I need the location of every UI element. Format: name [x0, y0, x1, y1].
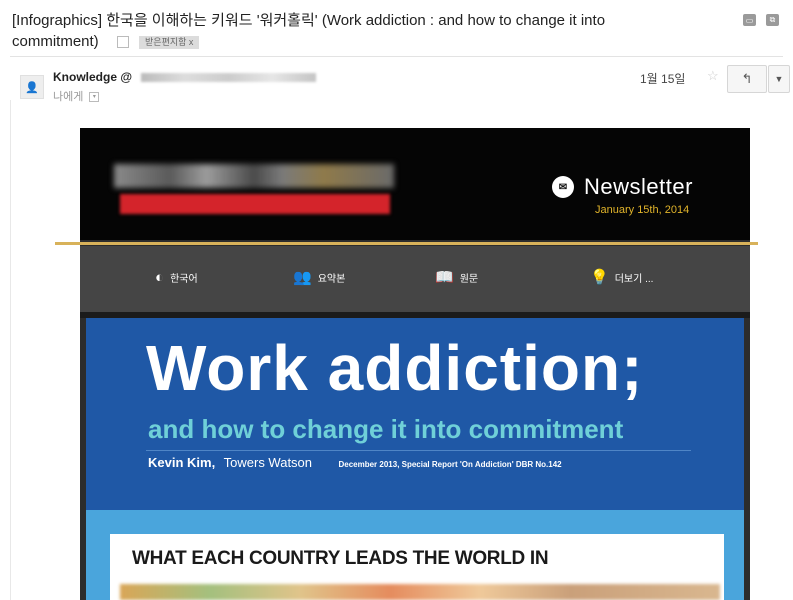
recipient-label: 나에게: [53, 91, 84, 103]
gold-accent-line: [55, 242, 758, 245]
logo-redacted-bar: [120, 194, 390, 214]
email-date: 1월 15일: [640, 72, 686, 86]
newsletter-icon: ✉: [552, 176, 574, 198]
nav-label-more: 더보기 ...: [614, 274, 654, 285]
nav-item-korean[interactable]: ◐ 한국어: [155, 270, 198, 285]
inbox-label-tag[interactable]: 받은편지함 x: [139, 35, 200, 49]
nav-item-summary[interactable]: 👥 요약본: [293, 270, 345, 285]
author-name: Kevin Kim,: [148, 455, 216, 470]
newsletter-date: January 15th, 2014: [595, 204, 690, 216]
newsletter-title: Newsletter: [584, 174, 693, 199]
nav-label-korean: 한국어: [170, 274, 198, 285]
hero-banner: Work addiction; and how to change it int…: [86, 318, 744, 510]
subject-actions: ▭ ⧉: [743, 14, 779, 26]
hero-title: Work addiction;: [146, 332, 644, 404]
infographic-title: WHAT EACH COUNTRY LEADS THE WORLD IN: [132, 548, 549, 569]
newsletter-body: ✉ Newsletter January 15th, 2014 ◐ 한국어 👥 …: [80, 128, 750, 600]
source-note: December 2013, Special Report 'On Addict…: [338, 460, 562, 469]
subject-line-2: commitment): [12, 33, 99, 50]
star-icon[interactable]: ☆: [707, 68, 719, 84]
infographic-card: WHAT EACH COUNTRY LEADS THE WORLD IN: [110, 534, 724, 600]
recipient-line: 나에게 ▾: [53, 88, 100, 104]
hero-subtitle: and how to change it into commitment: [148, 414, 624, 444]
email-subject: [Infographics] 한국을 이해하는 키워드 '워커홀릭' (Work…: [12, 10, 712, 52]
people-icon: 👥: [293, 269, 312, 286]
subject-line-1: [Infographics] 한국을 이해하는 키워드 '워커홀릭' (Work…: [12, 12, 606, 29]
lightbulb-icon: 💡: [590, 269, 609, 286]
sender-address-redacted: [141, 73, 317, 83]
logo-redacted: [114, 164, 394, 188]
thread-left-border: [10, 100, 11, 600]
nav-label-summary: 요약본: [317, 274, 346, 285]
recipient-details-dropdown-icon[interactable]: ▾: [89, 92, 100, 103]
book-icon: 📖: [435, 269, 454, 286]
nav-label-original: 원문: [459, 274, 479, 285]
nav-item-original[interactable]: 📖 원문: [435, 270, 478, 285]
header-divider: [10, 56, 783, 57]
new-window-icon[interactable]: ⧉: [766, 14, 779, 26]
avatar: 👤: [20, 75, 44, 99]
important-marker-icon[interactable]: [116, 36, 129, 49]
more-dropdown-icon: ▼: [774, 74, 784, 84]
reply-icon: ↰: [741, 71, 753, 86]
newsletter-nav: ◐ 한국어 👥 요약본 📖 원문 💡 더보기 ...: [80, 246, 750, 312]
reply-button[interactable]: ↰: [727, 65, 767, 93]
world-map-graphic: [120, 584, 720, 600]
author-org: Towers Watson: [223, 455, 313, 470]
hero-divider: [146, 450, 691, 451]
print-icon[interactable]: ▭: [743, 14, 756, 26]
more-actions-button[interactable]: ▼: [768, 65, 790, 93]
sender-line: Knowledge @: [53, 70, 317, 84]
sender-name[interactable]: Knowledge @: [53, 70, 132, 84]
nav-item-more[interactable]: 💡 더보기 ...: [590, 270, 653, 285]
newsletter-header: ✉ Newsletter January 15th, 2014: [80, 128, 750, 240]
byline: Kevin Kim, Towers Watson December 2013, …: [148, 454, 562, 472]
globe-icon: ◐: [155, 269, 165, 286]
